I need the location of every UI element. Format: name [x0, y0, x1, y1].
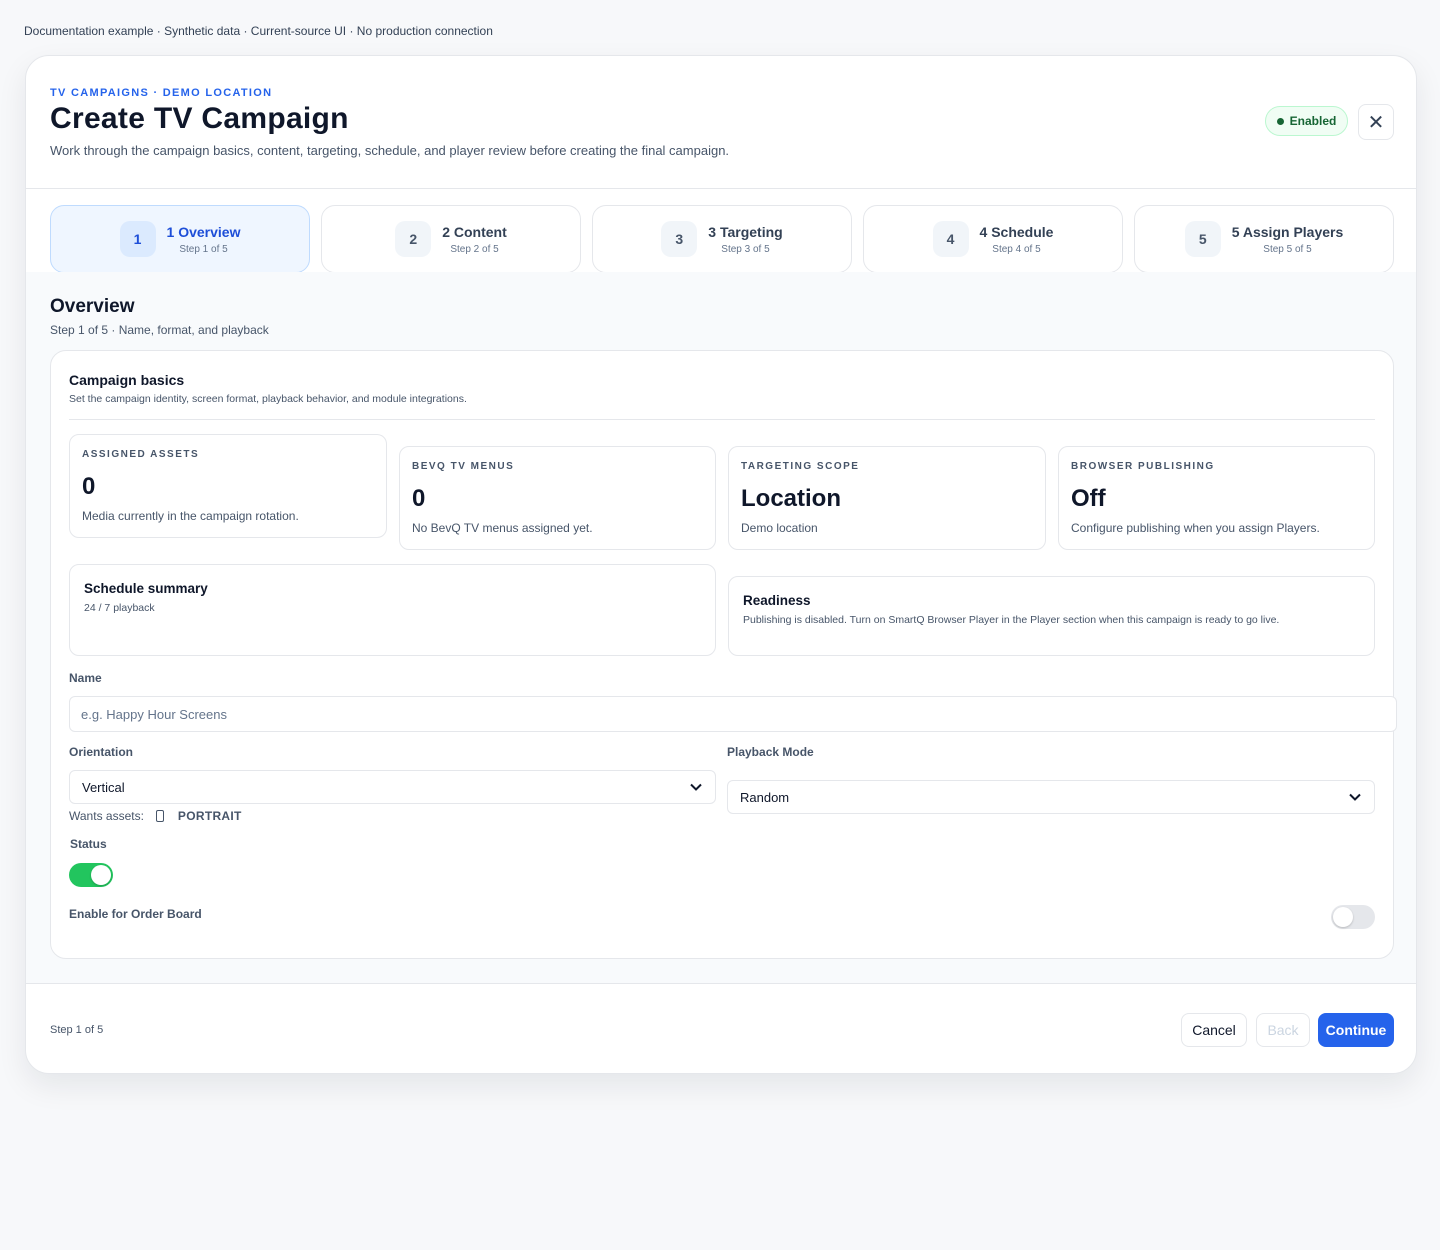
step-progress: Step 2 of 5 — [450, 243, 499, 255]
close-icon: ✕ — [1367, 111, 1385, 134]
wants-assets-hint: Wants assets: PORTRAIT — [69, 809, 242, 823]
step-label: 1 Overview — [166, 223, 241, 240]
continue-button[interactable]: Continue — [1318, 1013, 1394, 1047]
step-label: 5 Assign Players — [1231, 223, 1344, 240]
tab-overview[interactable]: 1 1 Overview Step 1 of 5 — [50, 205, 310, 273]
section-title: Overview — [50, 296, 135, 317]
schedule-summary-text: 24 / 7 playback — [84, 602, 155, 614]
playback-mode-value: Random — [740, 789, 790, 805]
orientation-value: Vertical — [82, 779, 125, 795]
create-campaign-modal: TV CAMPAIGNS · DEMO LOCATION Create TV C… — [25, 55, 1417, 1074]
tab-assign-players[interactable]: 5 5 Assign Players Step 5 of 5 — [1134, 205, 1394, 273]
readiness-panel: Readiness Publishing is disabled. Turn o… — [728, 576, 1375, 656]
step-label: 2 Content — [442, 223, 507, 240]
status-toggle[interactable] — [69, 863, 113, 887]
chevron-down-icon — [689, 780, 703, 794]
step-number: 4 — [932, 221, 969, 257]
stat-value: 0 — [82, 473, 96, 500]
schedule-summary: Schedule summary 24 / 7 playback — [69, 564, 716, 656]
modal-header: TV CAMPAIGNS · DEMO LOCATION Create TV C… — [26, 56, 1416, 189]
stat-targeting-scope: TARGETING SCOPE Location Demo location — [728, 446, 1046, 550]
card-title: Campaign basics — [69, 372, 185, 388]
divider — [69, 419, 1375, 420]
step-number: 3 — [661, 221, 698, 257]
status-badge-label: Enabled — [1289, 114, 1337, 128]
status-label: Status — [70, 837, 107, 851]
order-board-label: Enable for Order Board — [69, 907, 202, 921]
readiness-text: Publishing is disabled. Turn on SmartQ B… — [743, 614, 1280, 626]
page-title: Create TV Campaign — [50, 102, 349, 135]
stat-description: No BevQ TV menus assigned yet. — [412, 521, 593, 535]
documentation-note: Documentation example · Synthetic data ·… — [24, 24, 493, 38]
cancel-button[interactable]: Cancel — [1181, 1013, 1247, 1047]
phone-portrait-icon — [155, 810, 164, 822]
playback-mode-select[interactable]: Random — [727, 780, 1375, 814]
wants-assets-label: Wants assets: — [69, 809, 144, 823]
step-body: Overview Step 1 of 5 · Name, format, and… — [26, 272, 1416, 984]
tab-schedule[interactable]: 4 4 Schedule Step 4 of 5 — [863, 205, 1123, 273]
step-label: 3 Targeting — [708, 223, 783, 240]
status-badge: Enabled — [1265, 106, 1348, 136]
wants-assets-value: PORTRAIT — [177, 809, 242, 823]
step-number: 5 — [1184, 221, 1221, 257]
step-progress: Step 4 of 5 — [992, 243, 1041, 255]
stat-description: Demo location — [741, 521, 818, 535]
stat-label: TARGETING SCOPE — [741, 461, 860, 472]
step-tabs: 1 1 Overview Step 1 of 5 2 2 Content Ste… — [50, 205, 1394, 273]
stat-label: BROWSER PUBLISHING — [1071, 461, 1215, 472]
step-label: 4 Schedule — [979, 223, 1054, 240]
stat-label: BEVQ TV MENUS — [412, 461, 515, 472]
footer-step-indicator: Step 1 of 5 — [50, 1024, 104, 1036]
stat-description: Configure publishing when you assign Pla… — [1071, 521, 1320, 535]
schedule-summary-title: Schedule summary — [84, 581, 208, 596]
toggle-knob — [1333, 907, 1353, 927]
step-number: 2 — [395, 221, 432, 257]
stat-value: Location — [741, 485, 841, 512]
order-board-toggle[interactable] — [1331, 905, 1375, 929]
step-number: 1 — [119, 221, 156, 257]
readiness-title: Readiness — [743, 593, 811, 608]
campaign-basics-card: Campaign basics Set the campaign identit… — [50, 350, 1397, 959]
stat-description: Media currently in the campaign rotation… — [82, 509, 299, 523]
status-dot-icon — [1276, 117, 1284, 125]
step-progress: Step 3 of 5 — [721, 243, 770, 255]
playback-mode-label: Playback Mode — [727, 745, 814, 759]
close-button[interactable]: ✕ — [1358, 104, 1394, 140]
toggle-knob — [91, 865, 111, 885]
orientation-label: Orientation — [69, 745, 134, 759]
stat-label: ASSIGNED ASSETS — [82, 449, 200, 460]
section-subtitle: Step 1 of 5 · Name, format, and playback — [50, 323, 269, 337]
stat-value: 0 — [412, 485, 426, 512]
stat-value: Off — [1071, 485, 1106, 512]
orientation-select[interactable]: Vertical — [69, 770, 716, 804]
stat-bevq-tv-menus: BEVQ TV MENUS 0 No BevQ TV menus assigne… — [399, 446, 716, 550]
stat-browser-publishing: BROWSER PUBLISHING Off Configure publish… — [1058, 446, 1375, 550]
step-progress: Step 1 of 5 — [179, 243, 228, 255]
tab-targeting[interactable]: 3 3 Targeting Step 3 of 5 — [592, 205, 852, 273]
back-button[interactable]: Back — [1256, 1013, 1310, 1047]
breadcrumb: TV CAMPAIGNS · DEMO LOCATION — [50, 87, 273, 99]
page-subtitle: Work through the campaign basics, conten… — [50, 143, 730, 158]
stat-assigned-assets: ASSIGNED ASSETS 0 Media currently in the… — [69, 434, 387, 538]
name-label: Name — [69, 671, 102, 685]
chevron-down-icon — [1348, 790, 1362, 804]
name-input[interactable] — [69, 696, 1397, 732]
tab-content[interactable]: 2 2 Content Step 2 of 5 — [321, 205, 581, 273]
step-progress: Step 5 of 5 — [1263, 243, 1312, 255]
card-subtitle: Set the campaign identity, screen format… — [69, 393, 467, 405]
